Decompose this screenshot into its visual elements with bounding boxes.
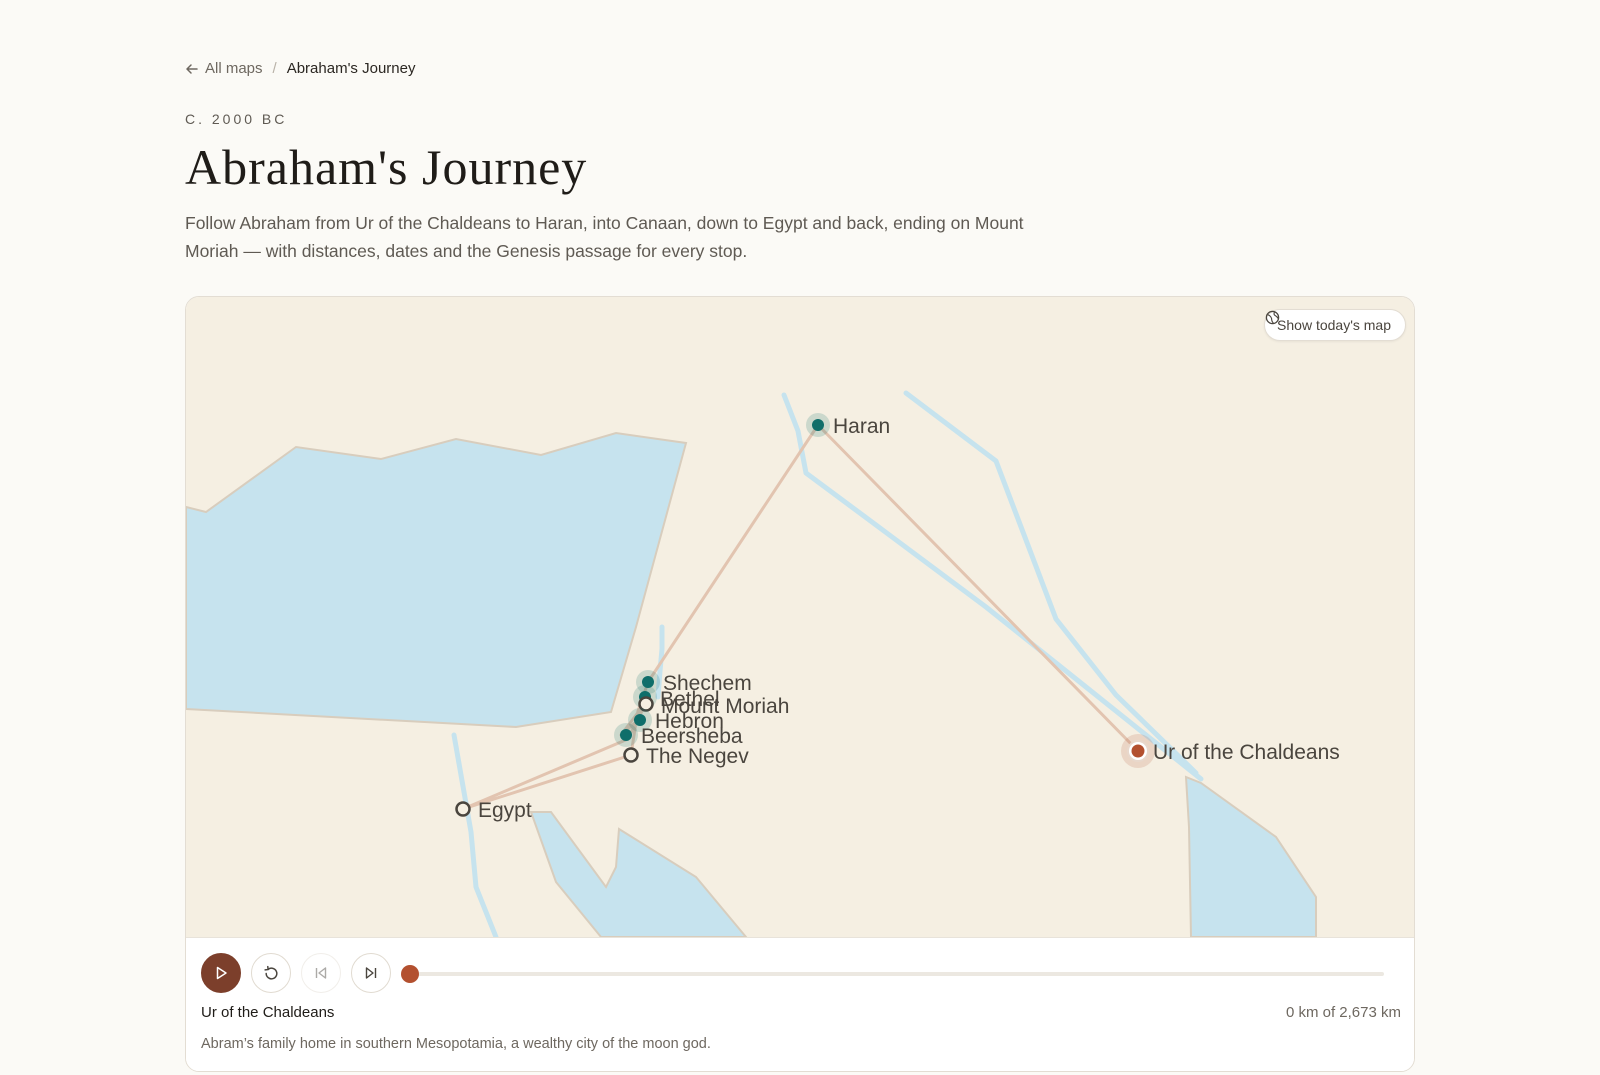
all-maps-label: All maps	[205, 60, 263, 77]
persian-gulf	[1184, 775, 1317, 937]
label-ur: Ur of the Chaldeans	[1153, 741, 1340, 764]
page-description: Follow Abraham from Ur of the Chaldeans …	[185, 213, 1024, 261]
journey-progress-track[interactable]	[401, 965, 1384, 983]
label-negev: The Negev	[646, 745, 749, 768]
restart-icon	[263, 965, 278, 980]
marker-egypt[interactable]	[455, 801, 471, 817]
marker-negev[interactable]	[623, 747, 639, 763]
play-icon	[216, 966, 227, 980]
previous-stop-button[interactable]	[301, 953, 341, 993]
nile-river	[451, 732, 499, 937]
mediterranean-sea	[186, 431, 688, 729]
marker-beersheba[interactable]	[614, 723, 638, 747]
page-title: Abraham's Journey	[185, 139, 588, 195]
tigris-river	[903, 390, 1199, 776]
map-card: Haran Ur of the Chaldeans Shechem Bethel…	[185, 296, 1415, 1072]
label-haran: Haran	[833, 415, 890, 438]
player-controls: Ur of the Chaldeans 0 km of 2,673 km Abr…	[186, 937, 1414, 1071]
all-maps-link[interactable]: All maps	[185, 60, 263, 77]
label-egypt: Egypt	[478, 799, 532, 822]
distance-readout: 0 km of 2,673 km	[1285, 1004, 1401, 1021]
marker-ur-current[interactable]	[1121, 734, 1155, 768]
globe-icon	[1265, 310, 1280, 325]
map-area[interactable]: Haran Ur of the Chaldeans Shechem Bethel…	[186, 297, 1415, 937]
red-sea	[529, 811, 748, 937]
restart-button[interactable]	[251, 953, 291, 993]
breadcrumb: All maps / Abraham's Journey	[185, 60, 415, 77]
arrow-left-icon	[186, 63, 198, 74]
era-label: C. 2000 BC	[185, 111, 288, 127]
show-today-map-label: Show today's map	[1277, 317, 1391, 333]
show-today-map-button[interactable]: Show today's map	[1264, 309, 1406, 341]
current-stop-description: Abram’s family home in southern Mesopota…	[201, 1036, 711, 1052]
current-stop-name: Ur of the Chaldeans	[201, 1004, 335, 1021]
map-canvas[interactable]: Haran Ur of the Chaldeans Shechem Bethel…	[186, 297, 1415, 937]
marker-haran[interactable]	[806, 413, 830, 437]
play-button[interactable]	[201, 953, 241, 993]
breadcrumb-separator: /	[272, 60, 277, 77]
skip-back-icon	[315, 967, 327, 979]
breadcrumb-current: Abraham's Journey	[286, 60, 416, 77]
skip-forward-icon	[365, 967, 377, 979]
next-stop-button[interactable]	[351, 953, 391, 993]
journey-progress-handle[interactable]	[401, 965, 419, 983]
